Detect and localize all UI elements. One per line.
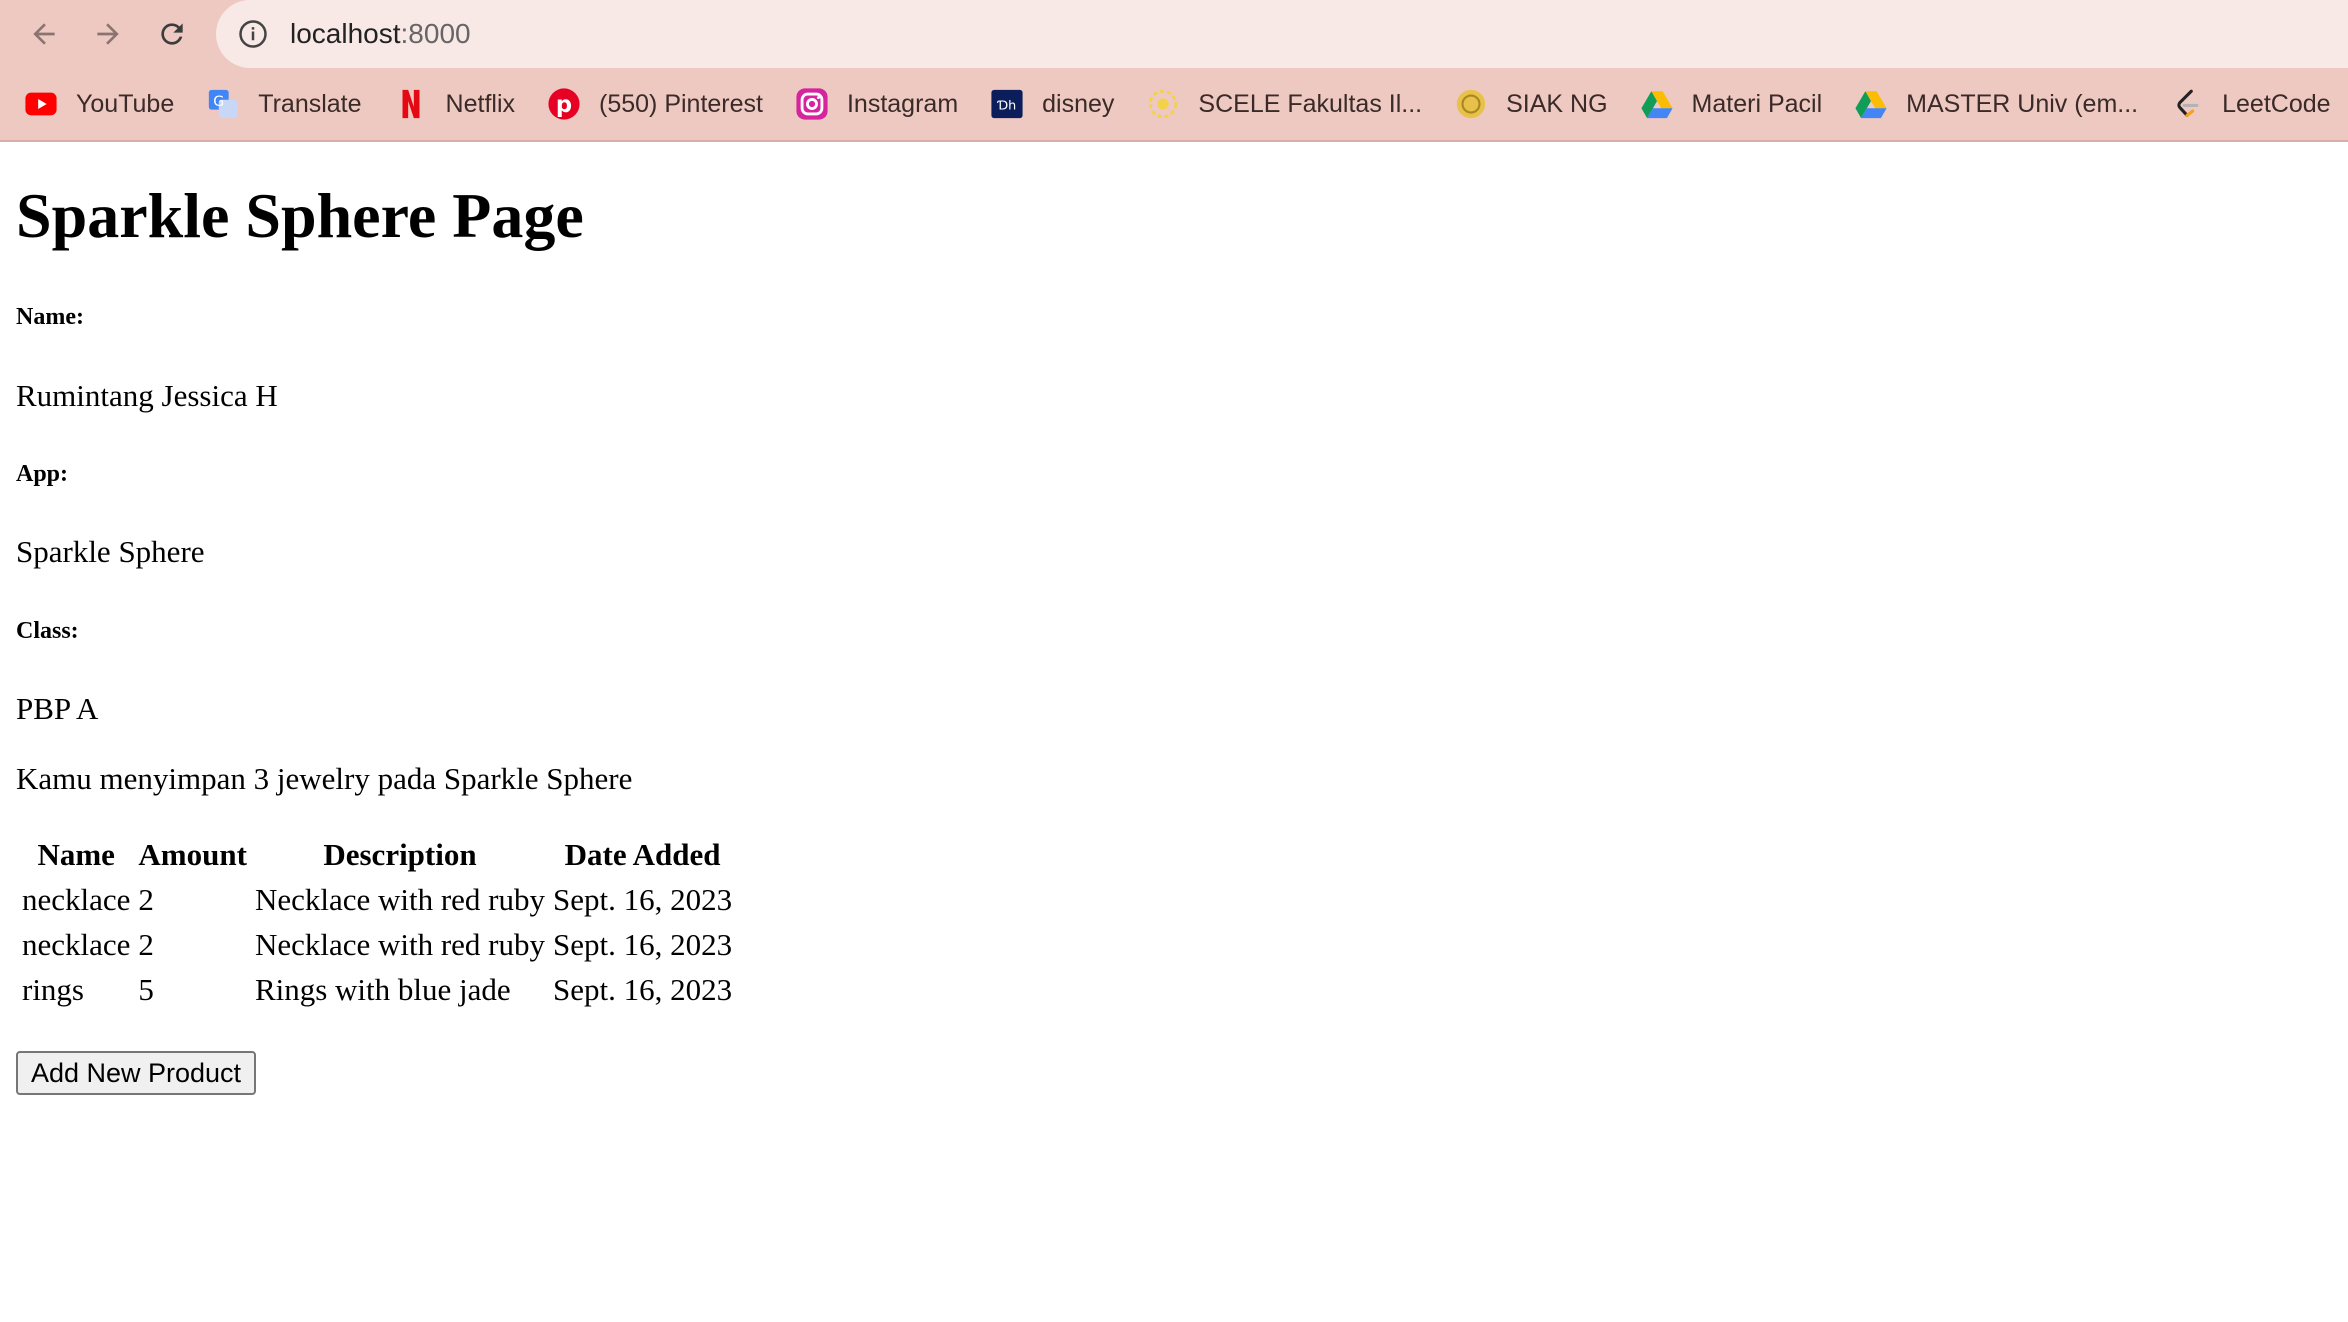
bookmark-label: Netflix (445, 89, 516, 118)
reload-icon (161, 23, 183, 45)
pinterest-icon: p (547, 87, 581, 121)
class-value: PBP A (16, 691, 99, 726)
table-row: necklace 2 Necklace with red ruby Sept. … (20, 923, 734, 966)
bookmark-label: MASTER Univ (em... (1906, 89, 2139, 118)
siak-icon (1454, 87, 1488, 121)
svg-text:p: p (556, 92, 572, 118)
bookmark-siak[interactable]: SIAK NG (1454, 87, 1608, 121)
address-bar[interactable]: localhost:8000 (216, 0, 2348, 68)
bookmark-pinterest[interactable]: p (550) Pinterest (547, 87, 763, 121)
column-header-description: Description (323, 837, 477, 872)
forward-button[interactable] (84, 10, 132, 58)
disney-icon: Ɗh (990, 87, 1024, 121)
cell-amount: 5 (138, 971, 154, 1007)
arrow-left-icon (33, 23, 55, 45)
bookmarks-bar: YouTube G Translate Netflix p (550) Pint… (0, 68, 2348, 142)
bookmark-label: LeetCode (2222, 89, 2331, 118)
back-button[interactable] (20, 10, 68, 58)
bookmark-label: SCELE Fakultas Il... (1198, 89, 1423, 118)
cell-amount: 2 (138, 881, 154, 917)
url-text: localhost:8000 (290, 18, 471, 50)
column-header-date-added: Date Added (564, 837, 721, 872)
column-header-name: Name (37, 837, 115, 872)
browser-toolbar: localhost:8000 (0, 0, 2348, 68)
app-value: Sparkle Sphere (16, 534, 205, 569)
name-value: Rumintang Jessica H (16, 378, 278, 413)
svg-text:G: G (214, 94, 225, 110)
bookmark-leetcode[interactable]: LeetCode (2170, 87, 2331, 121)
bookmark-materi-pacil[interactable]: Materi Pacil (1640, 87, 1823, 121)
app-label: App: (16, 461, 69, 487)
bookmark-netflix[interactable]: Netflix (394, 87, 515, 121)
leetcode-icon (2170, 87, 2204, 121)
table-row: necklace 2 Necklace with red ruby Sept. … (20, 878, 734, 921)
column-header-amount: Amount (138, 837, 247, 872)
arrow-right-icon (97, 23, 119, 45)
netflix-icon (394, 87, 428, 121)
name-label: Name: (16, 304, 84, 330)
bookmark-disney[interactable]: Ɗh disney (990, 87, 1114, 121)
bookmark-label: YouTube (76, 89, 175, 118)
info-icon[interactable] (238, 19, 268, 49)
google-drive-icon (1640, 87, 1674, 121)
bookmark-translate[interactable]: G Translate (206, 87, 362, 121)
bookmark-label: SIAK NG (1506, 89, 1608, 118)
reload-button[interactable] (148, 10, 196, 58)
instagram-icon (795, 87, 829, 121)
cell-date-added: Sept. 16, 2023 (553, 881, 733, 917)
cell-description: Rings with blue jade (254, 971, 511, 1007)
class-label: Class: (16, 618, 79, 644)
cell-name: necklace (22, 926, 131, 962)
bookmark-label: Materi Pacil (1691, 89, 1823, 118)
scele-icon (1146, 87, 1180, 121)
url-port: :8000 (400, 18, 471, 49)
cell-date-added: Sept. 16, 2023 (553, 926, 733, 962)
cell-name: rings (22, 971, 84, 1007)
cell-amount: 2 (138, 926, 154, 962)
cell-description: Necklace with red ruby (254, 926, 546, 962)
page-title: Sparkle Sphere Page (16, 180, 584, 251)
bookmark-label: Translate (258, 89, 362, 118)
url-host: localhost (290, 18, 401, 49)
bookmark-master-univ[interactable]: MASTER Univ (em... (1854, 87, 2138, 121)
table-header-row: Name Amount Description Date Added (20, 834, 734, 876)
bookmark-youtube[interactable]: YouTube (24, 87, 174, 121)
bookmark-label: disney (1042, 89, 1115, 118)
translate-icon: G (206, 87, 240, 121)
table-row: rings 5 Rings with blue jade Sept. 16, 2… (20, 968, 734, 1011)
cell-date-added: Sept. 16, 2023 (553, 971, 733, 1007)
jewelry-summary: Kamu menyimpan 3 jewelry pada Sparkle Sp… (16, 761, 633, 796)
bookmark-scele[interactable]: SCELE Fakultas Il... (1146, 87, 1422, 121)
google-drive-icon (1854, 87, 1888, 121)
svg-text:Ɗh: Ɗh (997, 99, 1017, 114)
product-table: Name Amount Description Date Added neckl… (16, 832, 738, 1013)
cell-description: Necklace with red ruby (254, 881, 546, 917)
bookmark-label: Instagram (846, 89, 959, 118)
add-new-product-button[interactable]: Add New Product (16, 1051, 256, 1095)
bookmark-label: (550) Pinterest (599, 89, 763, 118)
youtube-icon (24, 87, 58, 121)
bookmark-instagram[interactable]: Instagram (795, 87, 958, 121)
cell-name: necklace (22, 881, 131, 917)
